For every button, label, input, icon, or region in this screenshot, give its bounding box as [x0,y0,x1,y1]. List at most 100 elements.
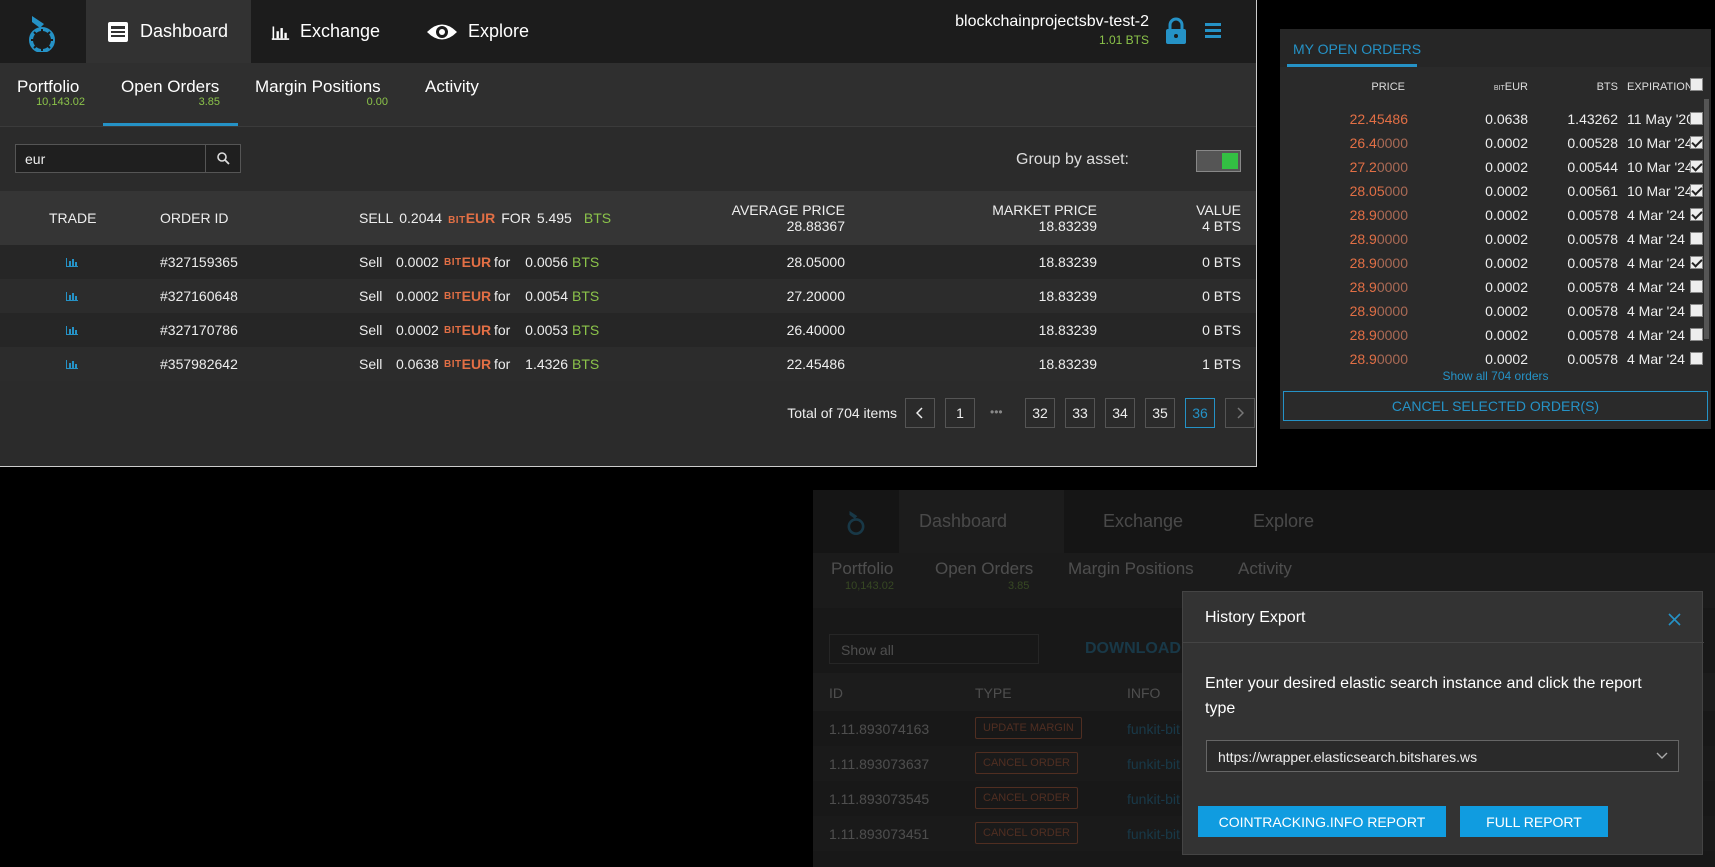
order-expiration: 4 Mar '24 [1627,231,1685,247]
toggle-knob [1222,153,1238,169]
asset-name: EUR [461,356,492,372]
open-order-row[interactable]: 22.45486 0.0638 1.43262 11 May '20 [1280,107,1711,131]
order-select-checkbox[interactable] [1690,112,1703,125]
receive-asset: BTS [572,356,600,372]
open-order-row[interactable]: 28.05 000 0.0002 0.00561 10 Mar '24 [1280,179,1711,203]
open-order-row[interactable]: 28.9 0000 0.0002 0.00578 4 Mar '24 [1280,275,1711,299]
open-order-row[interactable]: 28.9 0000 0.0002 0.00578 4 Mar '24 [1280,299,1711,323]
market-price-value: 18.83239 [1038,218,1097,234]
col-value[interactable]: VALUE 4 BTS [1196,191,1241,245]
order-select-checkbox[interactable] [1690,184,1703,197]
order-value: 1 BTS [1202,356,1241,372]
order-amount: 0.0002 [396,254,439,270]
col-average-price[interactable]: AVERAGE PRICE 28.88367 [732,191,845,245]
lock-icon[interactable] [1164,17,1188,45]
order-select-checkbox[interactable] [1690,328,1703,341]
average-price: 22.45486 [786,356,845,372]
prev-page-button[interactable] [905,398,935,428]
for-asset: BTS [583,210,612,226]
subtab-margin-positions[interactable]: Margin Positions 0.00 [255,63,390,126]
open-order-row[interactable]: 28.9 0000 0.0002 0.00578 4 Mar '24 [1280,323,1711,347]
order-bts-amount: 0.00578 [1567,351,1618,367]
nav-tab-dashboard[interactable]: Dashboard [86,0,251,63]
nav-tab-exchange[interactable]: Exchange [251,0,400,63]
order-eur-amount: 0.0002 [1485,207,1528,223]
page-button-current[interactable]: 36 [1185,398,1215,428]
next-page-button[interactable] [1225,398,1255,428]
order-select-checkbox[interactable] [1690,352,1703,365]
order-price: 22.45486 [1350,107,1408,131]
receive-asset: BTS [572,254,600,270]
trade-chart-link[interactable] [66,347,78,381]
elastic-search-select[interactable]: https://wrapper.elasticsearch.bitshares.… [1206,740,1679,772]
trade-chart-link[interactable] [66,313,78,347]
order-select-checkbox[interactable] [1690,256,1703,269]
chevron-down-icon [1656,752,1668,759]
asset-prefix: BIT [1493,85,1505,92]
order-bts-amount: 0.00578 [1567,279,1618,295]
open-order-row[interactable]: 28.9 0000 0.0002 0.00578 4 Mar '24 [1280,347,1711,371]
open-order-row[interactable]: 28.9 0000 0.0002 0.00578 4 Mar '24 [1280,203,1711,227]
sell-asset: BITEUR [444,245,491,279]
col-bts[interactable]: BTS [1570,81,1618,93]
order-price: 27.2 0000 [1350,155,1408,179]
col-trade[interactable]: TRADE [49,191,96,245]
group-by-asset-toggle[interactable] [1196,150,1241,172]
col-market-price[interactable]: MARKET PRICE 18.83239 [992,191,1097,245]
subtab-activity[interactable]: Activity [425,63,495,126]
bitshares-logo-icon[interactable] [22,14,62,52]
trade-chart-link[interactable] [66,279,78,313]
order-value: 0 BTS [1202,288,1241,304]
scrollbar[interactable] [1704,99,1709,339]
open-orders-title[interactable]: MY OPEN ORDERS [1293,41,1421,57]
search-input[interactable] [16,145,204,172]
trade-chart-link[interactable] [66,245,78,279]
order-amount: 0.0638 [396,356,439,372]
open-order-row[interactable]: 26.4 0000 0.0002 0.00528 10 Mar '24 [1280,131,1711,155]
order-eur-amount: 0.0002 [1485,255,1528,271]
hamburger-menu-icon[interactable] [1205,22,1221,38]
order-price: 28.9 0000 [1350,227,1408,251]
history-export-modal: History Export Enter your desired elasti… [1182,591,1704,855]
sell-asset: BITEUR [444,279,491,313]
market-price: 18.83239 [1038,288,1097,304]
subtab-open-orders[interactable]: Open Orders 3.85 [103,63,238,126]
order-value: 0 BTS [1202,322,1241,338]
order-bts-amount: 0.00578 [1567,207,1618,223]
show-all-orders-link[interactable]: Show all 704 orders [1280,369,1711,383]
col-price[interactable]: PRICE [1340,81,1405,93]
open-order-row[interactable]: 27.2 0000 0.0002 0.00544 10 Mar '24 [1280,155,1711,179]
select-all-checkbox[interactable] [1690,78,1703,91]
receive-asset: BTS [572,322,600,338]
page-button[interactable]: 35 [1145,398,1175,428]
order-select-checkbox[interactable] [1690,160,1703,173]
page-button[interactable]: 33 [1065,398,1095,428]
tab-underline [1287,64,1417,67]
order-select-checkbox[interactable] [1690,232,1703,245]
sell-asset: BITEUR [444,313,491,347]
cancel-selected-orders-button[interactable]: CANCEL SELECTED ORDER(S) [1283,391,1708,421]
order-select-checkbox[interactable] [1690,136,1703,149]
chevron-left-icon [916,407,923,419]
order-eur-amount: 0.0002 [1485,279,1528,295]
search-button[interactable] [205,145,241,172]
price-trailing-zeros: 0000 [1376,231,1408,247]
order-select-checkbox[interactable] [1690,208,1703,221]
order-select-checkbox[interactable] [1690,304,1703,317]
subtab-portfolio[interactable]: Portfolio 10,143.02 [17,63,85,126]
page-button[interactable]: 1 [945,398,975,428]
sub-navbar: Portfolio 10,143.02 Open Orders 3.85 Mar… [0,63,1256,127]
nav-tab-explore[interactable]: Explore [406,0,554,63]
col-sell[interactable]: SELL 0.2044 BITEUR FOR 5.495 BTS [359,191,611,245]
page-button[interactable]: 34 [1105,398,1135,428]
col-biteur[interactable]: BITEUR [1470,81,1528,93]
open-order-row[interactable]: 28.9 0000 0.0002 0.00578 4 Mar '24 [1280,227,1711,251]
cointracking-report-button[interactable]: COINTRACKING.INFO REPORT [1198,806,1446,837]
col-order-id[interactable]: ORDER ID [160,191,228,245]
account-info[interactable]: blockchainprojectsbv-test-2 1.01 BTS [955,13,1149,47]
open-order-row[interactable]: 28.9 0000 0.0002 0.00578 4 Mar '24 [1280,251,1711,275]
page-button[interactable]: 32 [1025,398,1055,428]
close-icon[interactable] [1668,613,1681,626]
order-select-checkbox[interactable] [1690,280,1703,293]
full-report-button[interactable]: FULL REPORT [1460,806,1608,837]
